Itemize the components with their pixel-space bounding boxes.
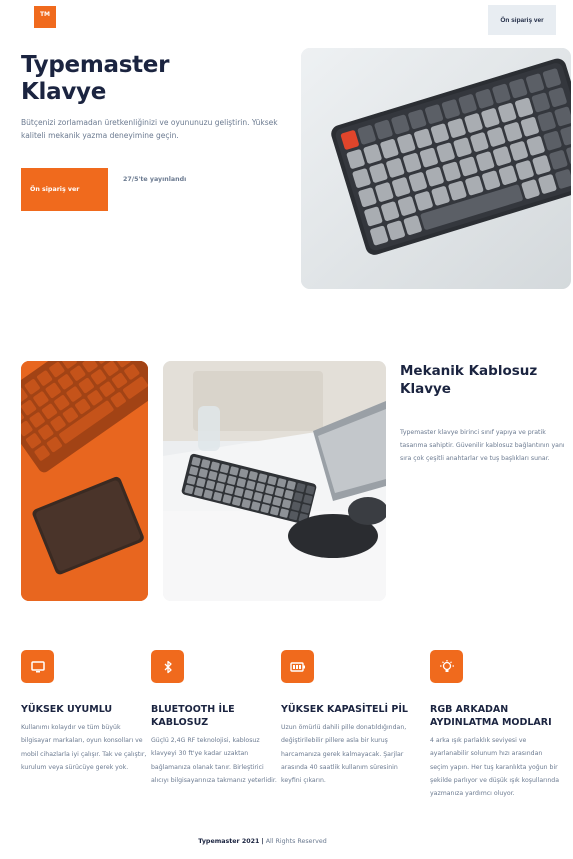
hero-title-line1: Typemaster xyxy=(21,52,170,78)
feature-bluetooth: BLUETOOTH İLE KABLOSUZ Güçlü 2,4G RF tek… xyxy=(151,650,281,787)
hero-title: Typemaster Klavye xyxy=(21,52,281,106)
hero-title-line2: Klavye xyxy=(21,79,107,105)
monitor-icon xyxy=(21,650,54,683)
battery-icon xyxy=(281,650,314,683)
lightbulb-icon xyxy=(430,650,463,683)
feature-rgb: RGB ARKADAN AYDINLATMA MODLARI 4 arka ış… xyxy=(430,650,560,800)
logo[interactable]: TM xyxy=(34,6,56,28)
feature-description: Kullanımı kolaydır ve tüm büyük bilgisay… xyxy=(21,724,147,771)
feature-title: RGB ARKADAN AYDINLATMA MODLARI xyxy=(430,704,552,728)
release-note: 27/5'te yayınlandı xyxy=(123,176,187,183)
bluetooth-icon xyxy=(151,650,184,683)
section-description: Typemaster klavye birinci sınıf yapıya v… xyxy=(400,429,565,462)
feature-battery: YÜKSEK KAPASİTELİ PİL Uzun ömürlü dahili… xyxy=(281,650,411,787)
feature-compatibility: YÜKSEK UYUMLU Kullanımı kolaydır ve tüm … xyxy=(21,650,151,774)
footer: Typemaster 2021 | All Rights Reserved xyxy=(0,838,525,845)
feature-description: Uzun ömürlü dahili pille donatıldığından… xyxy=(281,724,407,785)
nav-preorder-button[interactable]: Ön sipariş ver xyxy=(488,5,556,35)
feature-title: BLUETOOTH İLE KABLOSUZ xyxy=(151,704,235,728)
section-title: Mekanik Kablosuz Klavye xyxy=(400,363,538,397)
feature-title: YÜKSEK UYUMLU xyxy=(21,704,113,715)
hero-description: Bütçenizi zorlamadan üretkenliğinizi ve … xyxy=(21,118,278,140)
keyboard-desk-image xyxy=(163,361,386,601)
feature-description: Güçlü 2,4G RF teknolojisi, kablosuz klav… xyxy=(151,737,277,784)
keyboard-hero-image xyxy=(301,48,571,289)
feature-title: YÜKSEK KAPASİTELİ PİL xyxy=(281,704,408,715)
feature-description: 4 arka ışık parlaklık seviyesi ve ayarla… xyxy=(430,737,560,798)
keyboard-orange-image xyxy=(21,361,148,601)
footer-separator: | xyxy=(261,838,264,845)
footer-rights: All Rights Reserved xyxy=(265,838,327,845)
hero-preorder-button[interactable]: Ön sipariş ver xyxy=(21,168,108,211)
footer-brand: Typemaster 2021 xyxy=(198,838,260,845)
